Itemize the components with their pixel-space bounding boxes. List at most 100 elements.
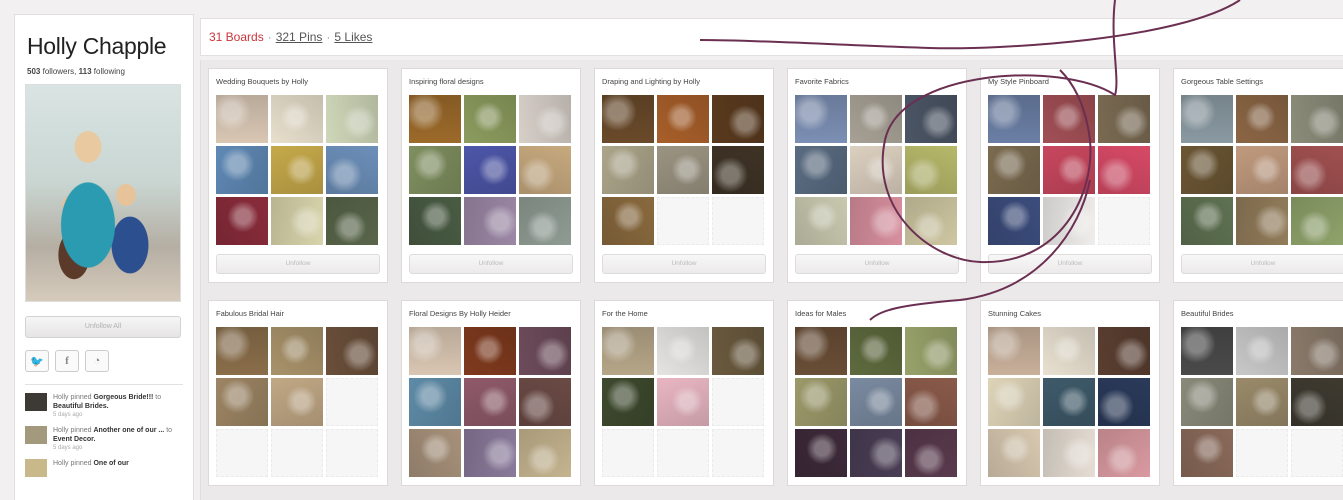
following-label[interactable]: following	[94, 67, 125, 76]
board-thumbnails	[216, 327, 380, 477]
empty-thumbnail	[271, 429, 323, 477]
board-title[interactable]: Draping and Lighting by Holly	[602, 77, 766, 89]
activity-board-link[interactable]: Beautiful Brides.	[53, 403, 109, 410]
board-title[interactable]: Favorite Fabrics	[795, 77, 959, 89]
profile-photo	[25, 84, 181, 302]
pin-thumbnail	[409, 327, 461, 375]
followers-label[interactable]: followers	[43, 67, 75, 76]
board-title[interactable]: Gorgeous Table Settings	[1181, 77, 1343, 89]
pin-thumbnail	[657, 327, 709, 375]
board-unfollow-button[interactable]: Unfollow	[1181, 254, 1343, 274]
facebook-icon[interactable]: f	[55, 350, 79, 372]
pin-thumbnail	[326, 146, 378, 194]
activity-board-link[interactable]: Event Decor.	[53, 436, 95, 443]
pin-thumbnail	[795, 429, 847, 477]
board-card[interactable]: Stunning Cakes	[980, 300, 1160, 486]
pin-thumbnail	[216, 95, 268, 143]
pin-thumbnail	[850, 327, 902, 375]
pin-thumbnail	[271, 378, 323, 426]
board-card[interactable]: Inspiring floral designs Unfollow	[401, 68, 581, 283]
board-title[interactable]: Inspiring floral designs	[409, 77, 573, 89]
board-unfollow-button[interactable]: Unfollow	[795, 254, 959, 274]
board-card[interactable]: Wedding Bouquets by Holly Unfollow	[208, 68, 388, 283]
pin-thumbnail	[1043, 327, 1095, 375]
board-title[interactable]: Stunning Cakes	[988, 309, 1152, 321]
tab-boards[interactable]: 31 Boards	[209, 30, 264, 44]
pin-thumbnail	[1181, 429, 1233, 477]
board-title[interactable]: Fabulous Bridal Hair	[216, 309, 380, 321]
activity-pin-link[interactable]: Another one of our ...	[93, 427, 164, 434]
activity-connector: to	[153, 394, 162, 401]
profile-stats: 503 followers, 113 following	[27, 67, 125, 76]
board-unfollow-button[interactable]: Unfollow	[409, 254, 573, 274]
profile-panel: Holly Chapple 503 followers, 113 followi…	[14, 14, 194, 500]
pin-thumbnail	[795, 327, 847, 375]
board-card[interactable]: For the Home	[594, 300, 774, 486]
board-title[interactable]: Ideas for Males	[795, 309, 959, 321]
rss-icon[interactable]: ◔	[85, 350, 109, 372]
following-count[interactable]: 113	[79, 67, 92, 76]
board-card[interactable]: Floral Designs By Holly Heider	[401, 300, 581, 486]
board-title[interactable]: My Style Pinboard	[988, 77, 1152, 89]
activity-pin-link[interactable]: One of our	[93, 460, 128, 467]
pin-thumbnail	[1291, 146, 1343, 194]
pin-thumbnail	[657, 95, 709, 143]
activity-time: 5 days ago	[53, 445, 83, 451]
pin-thumbnail	[1236, 95, 1288, 143]
pin-thumbnail	[409, 378, 461, 426]
board-title[interactable]: For the Home	[602, 309, 766, 321]
pin-thumbnail	[271, 197, 323, 245]
board-card[interactable]: Draping and Lighting by Holly Unfollow	[594, 68, 774, 283]
unfollow-all-button[interactable]: Unfollow All	[25, 316, 181, 338]
pin-thumbnail	[409, 429, 461, 477]
activity-pin-link[interactable]: Gorgeous Bride!!!	[93, 394, 153, 401]
pin-thumbnail	[1236, 146, 1288, 194]
pin-thumbnail	[795, 378, 847, 426]
divider	[25, 384, 183, 385]
board-card[interactable]: Beautiful Brides	[1173, 300, 1343, 486]
twitter-icon[interactable]: 🐦	[25, 350, 49, 372]
board-card[interactable]: Favorite Fabrics Unfollow	[787, 68, 967, 283]
board-card[interactable]: Ideas for Males	[787, 300, 967, 486]
activity-item[interactable]: Holly pinned One of our	[25, 459, 183, 477]
board-card[interactable]: My Style Pinboard Unfollow	[980, 68, 1160, 283]
pin-thumbnail	[1181, 95, 1233, 143]
pin-thumbnail	[271, 95, 323, 143]
pin-thumbnail	[464, 429, 516, 477]
pin-thumbnail	[1291, 197, 1343, 245]
board-card[interactable]: Fabulous Bridal Hair	[208, 300, 388, 486]
pin-thumbnail	[464, 146, 516, 194]
pin-thumbnail	[905, 95, 957, 143]
activity-item[interactable]: Holly pinned Gorgeous Bride!!! to Beauti…	[25, 393, 183, 420]
pin-thumbnail	[1236, 378, 1288, 426]
board-thumbnails	[409, 95, 573, 245]
empty-thumbnail	[657, 429, 709, 477]
activity-thumbnail	[25, 459, 47, 477]
pin-thumbnail	[795, 197, 847, 245]
pin-thumbnail	[850, 378, 902, 426]
pin-thumbnail	[602, 197, 654, 245]
board-title[interactable]: Floral Designs By Holly Heider	[409, 309, 573, 321]
activity-thumbnail	[25, 426, 47, 444]
pin-thumbnail	[409, 146, 461, 194]
pin-thumbnail	[1098, 95, 1150, 143]
activity-text: Holly pinned One of our	[53, 459, 129, 477]
board-unfollow-button[interactable]: Unfollow	[602, 254, 766, 274]
board-title[interactable]: Wedding Bouquets by Holly	[216, 77, 380, 89]
activity-text: Holly pinned Another one of our ... to E…	[53, 426, 183, 453]
followers-count[interactable]: 503	[27, 67, 40, 76]
empty-thumbnail	[657, 197, 709, 245]
board-card[interactable]: Gorgeous Table Settings Unfollow	[1173, 68, 1343, 283]
activity-item[interactable]: Holly pinned Another one of our ... to E…	[25, 426, 183, 453]
pin-thumbnail	[602, 146, 654, 194]
board-thumbnails	[1181, 327, 1343, 477]
tab-likes[interactable]: 5 Likes	[334, 30, 372, 44]
board-title[interactable]: Beautiful Brides	[1181, 309, 1343, 321]
pin-thumbnail	[519, 197, 571, 245]
pin-thumbnail	[519, 146, 571, 194]
tab-pins[interactable]: 321 Pins	[276, 30, 323, 44]
board-unfollow-button[interactable]: Unfollow	[988, 254, 1152, 274]
pin-thumbnail	[326, 95, 378, 143]
tab-separator: ·	[267, 30, 272, 44]
board-unfollow-button[interactable]: Unfollow	[216, 254, 380, 274]
